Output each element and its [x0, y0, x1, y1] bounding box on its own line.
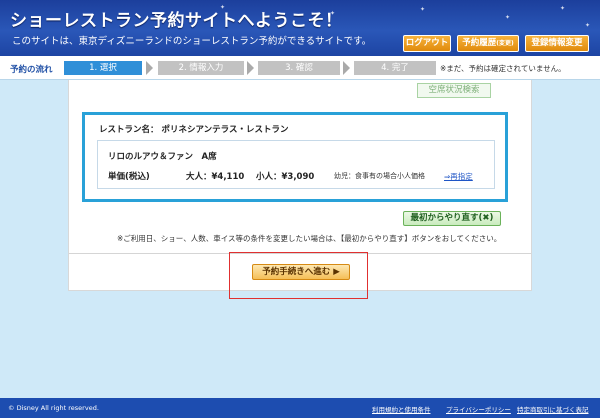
commerce-law-link[interactable]: 特定商取引に基づく表記	[517, 404, 589, 414]
content-panel: 空席状況検索 レストラン名： ポリネシアンテラス・レストラン リロのルアウ＆ファ…	[68, 80, 532, 291]
sparkle-icon: ✦	[585, 22, 591, 29]
copyright: © Disney All right reserved.	[8, 404, 99, 412]
restart-button[interactable]: 最初からやり直す(✖)	[403, 211, 501, 226]
privacy-link[interactable]: プライバシーポリシー	[446, 404, 511, 414]
flow-note: ※まだ、予約は確定されていません。	[440, 64, 566, 73]
show-name: リロのルアウ＆ファン A席	[108, 152, 217, 162]
reservation-history-label: 予約履歴	[462, 38, 497, 48]
reservation-history-button[interactable]: 予約履歴(変更)	[457, 35, 519, 52]
restaurant-label: レストラン名：	[99, 125, 159, 135]
show-detail-box: リロのルアウ＆ファン A席 単価(税込) 大人：¥4,110 小人：¥3,090…	[97, 140, 495, 189]
reservation-info-box: レストラン名： ポリネシアンテラス・レストラン リロのルアウ＆ファン A席 単価…	[82, 112, 508, 202]
site-title: ショーレストラン予約サイトへようこそ！	[10, 11, 343, 31]
restaurant-name: ポリネシアンテラス・レストラン	[161, 125, 289, 135]
respecify-link[interactable]: ⇒再指定	[444, 171, 473, 182]
step-info-input: 2. 情報入力	[158, 61, 244, 75]
price-note: 幼児：食事有の場合小人価格	[334, 172, 425, 180]
step-arrow-icon	[146, 61, 153, 75]
restaurant-name-row: レストラン名： ポリネシアンテラス・レストラン	[99, 123, 288, 135]
site-subtitle: このサイトは、東京ディズニーランドのショーレストラン予約ができるサイトです。	[12, 36, 372, 47]
step-complete: 4. 完了	[354, 61, 436, 75]
restart-note: ※ご利用日、ショー、人数、車イス等の条件を変更したい場合は、【最初からやり直す】…	[117, 234, 502, 243]
divider	[69, 253, 531, 254]
reservation-history-sub: (変更)	[496, 40, 514, 47]
step-confirm: 3. 確認	[258, 61, 340, 75]
price-child: 小人：¥3,090	[256, 172, 315, 182]
price-label: 単価(税込)	[108, 172, 150, 182]
proceed-button[interactable]: 予約手続きへ進む ▶	[252, 264, 350, 280]
site-footer: © Disney All right reserved. 利用規約と使用条件 プ…	[0, 398, 600, 418]
site-header: ✦ ✦ ✦ ✦ ✦ ✦ ショーレストラン予約サイトへようこそ！ このサイトは、東…	[0, 0, 600, 56]
step-arrow-icon	[247, 61, 254, 75]
reservation-flow-bar: 予約の流れ 1. 選択 2. 情報入力 3. 確認 4. 完了 ※まだ、予約は確…	[0, 56, 600, 80]
step-select: 1. 選択	[64, 61, 142, 75]
sparkle-icon: ✦	[560, 5, 566, 12]
logout-button[interactable]: ログアウト	[403, 35, 451, 52]
sparkle-icon: ✦	[420, 6, 426, 13]
vacancy-search-button[interactable]: 空席状況検索	[417, 83, 491, 98]
terms-link[interactable]: 利用規約と使用条件	[372, 404, 431, 414]
step-arrow-icon	[343, 61, 350, 75]
flow-label: 予約の流れ	[10, 65, 53, 75]
sparkle-icon: ✦	[505, 14, 511, 21]
registration-change-button[interactable]: 登録情報変更	[525, 35, 589, 52]
price-adult: 大人：¥4,110	[186, 172, 245, 182]
